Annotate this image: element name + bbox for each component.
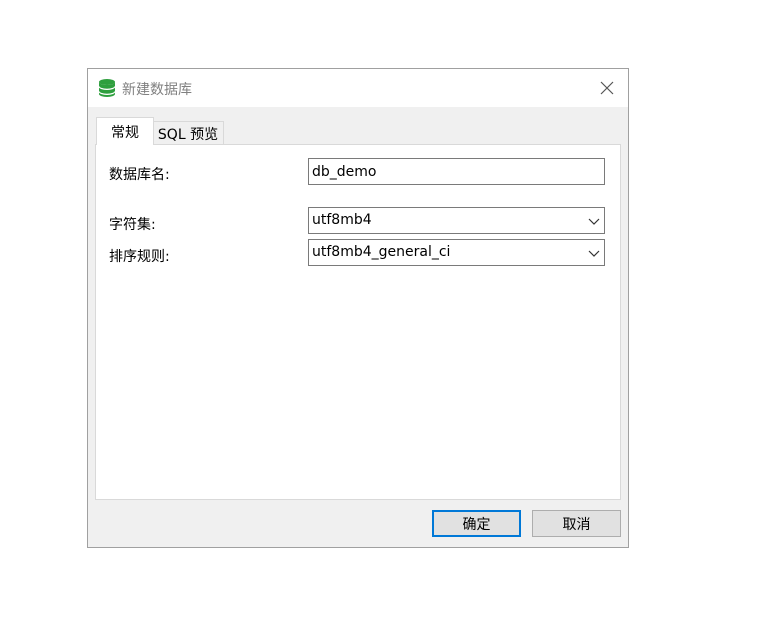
ok-button[interactable]: 确定 [432,510,521,537]
charset-label: 字符集: [109,217,156,233]
tab-sql-preview[interactable]: SQL 预览 [152,121,224,145]
close-button[interactable] [592,75,622,101]
chevron-down-icon [588,250,600,257]
close-icon [600,81,614,95]
database-icon [98,78,116,98]
charset-value: utf8mb4 [312,212,372,228]
title-bar: 新建数据库 [88,69,628,107]
db-name-label: 数据库名: [109,167,170,183]
cancel-button[interactable]: 取消 [532,510,621,537]
db-name-input[interactable] [308,158,605,185]
charset-select[interactable]: utf8mb4 [308,207,605,234]
window-title: 新建数据库 [122,82,192,98]
tab-panel-general: 数据库名: 字符集: utf8mb4 排序规则: utf8mb4_general… [95,144,621,500]
tab-general[interactable]: 常规 [96,117,154,145]
collation-label: 排序规则: [109,249,170,265]
chevron-down-icon [588,218,600,225]
collation-select[interactable]: utf8mb4_general_ci [308,239,605,266]
collation-value: utf8mb4_general_ci [312,244,451,260]
new-database-dialog: 新建数据库 常规 SQL 预览 数据库名: 字符集: utf8mb4 排序规则:… [87,68,629,548]
